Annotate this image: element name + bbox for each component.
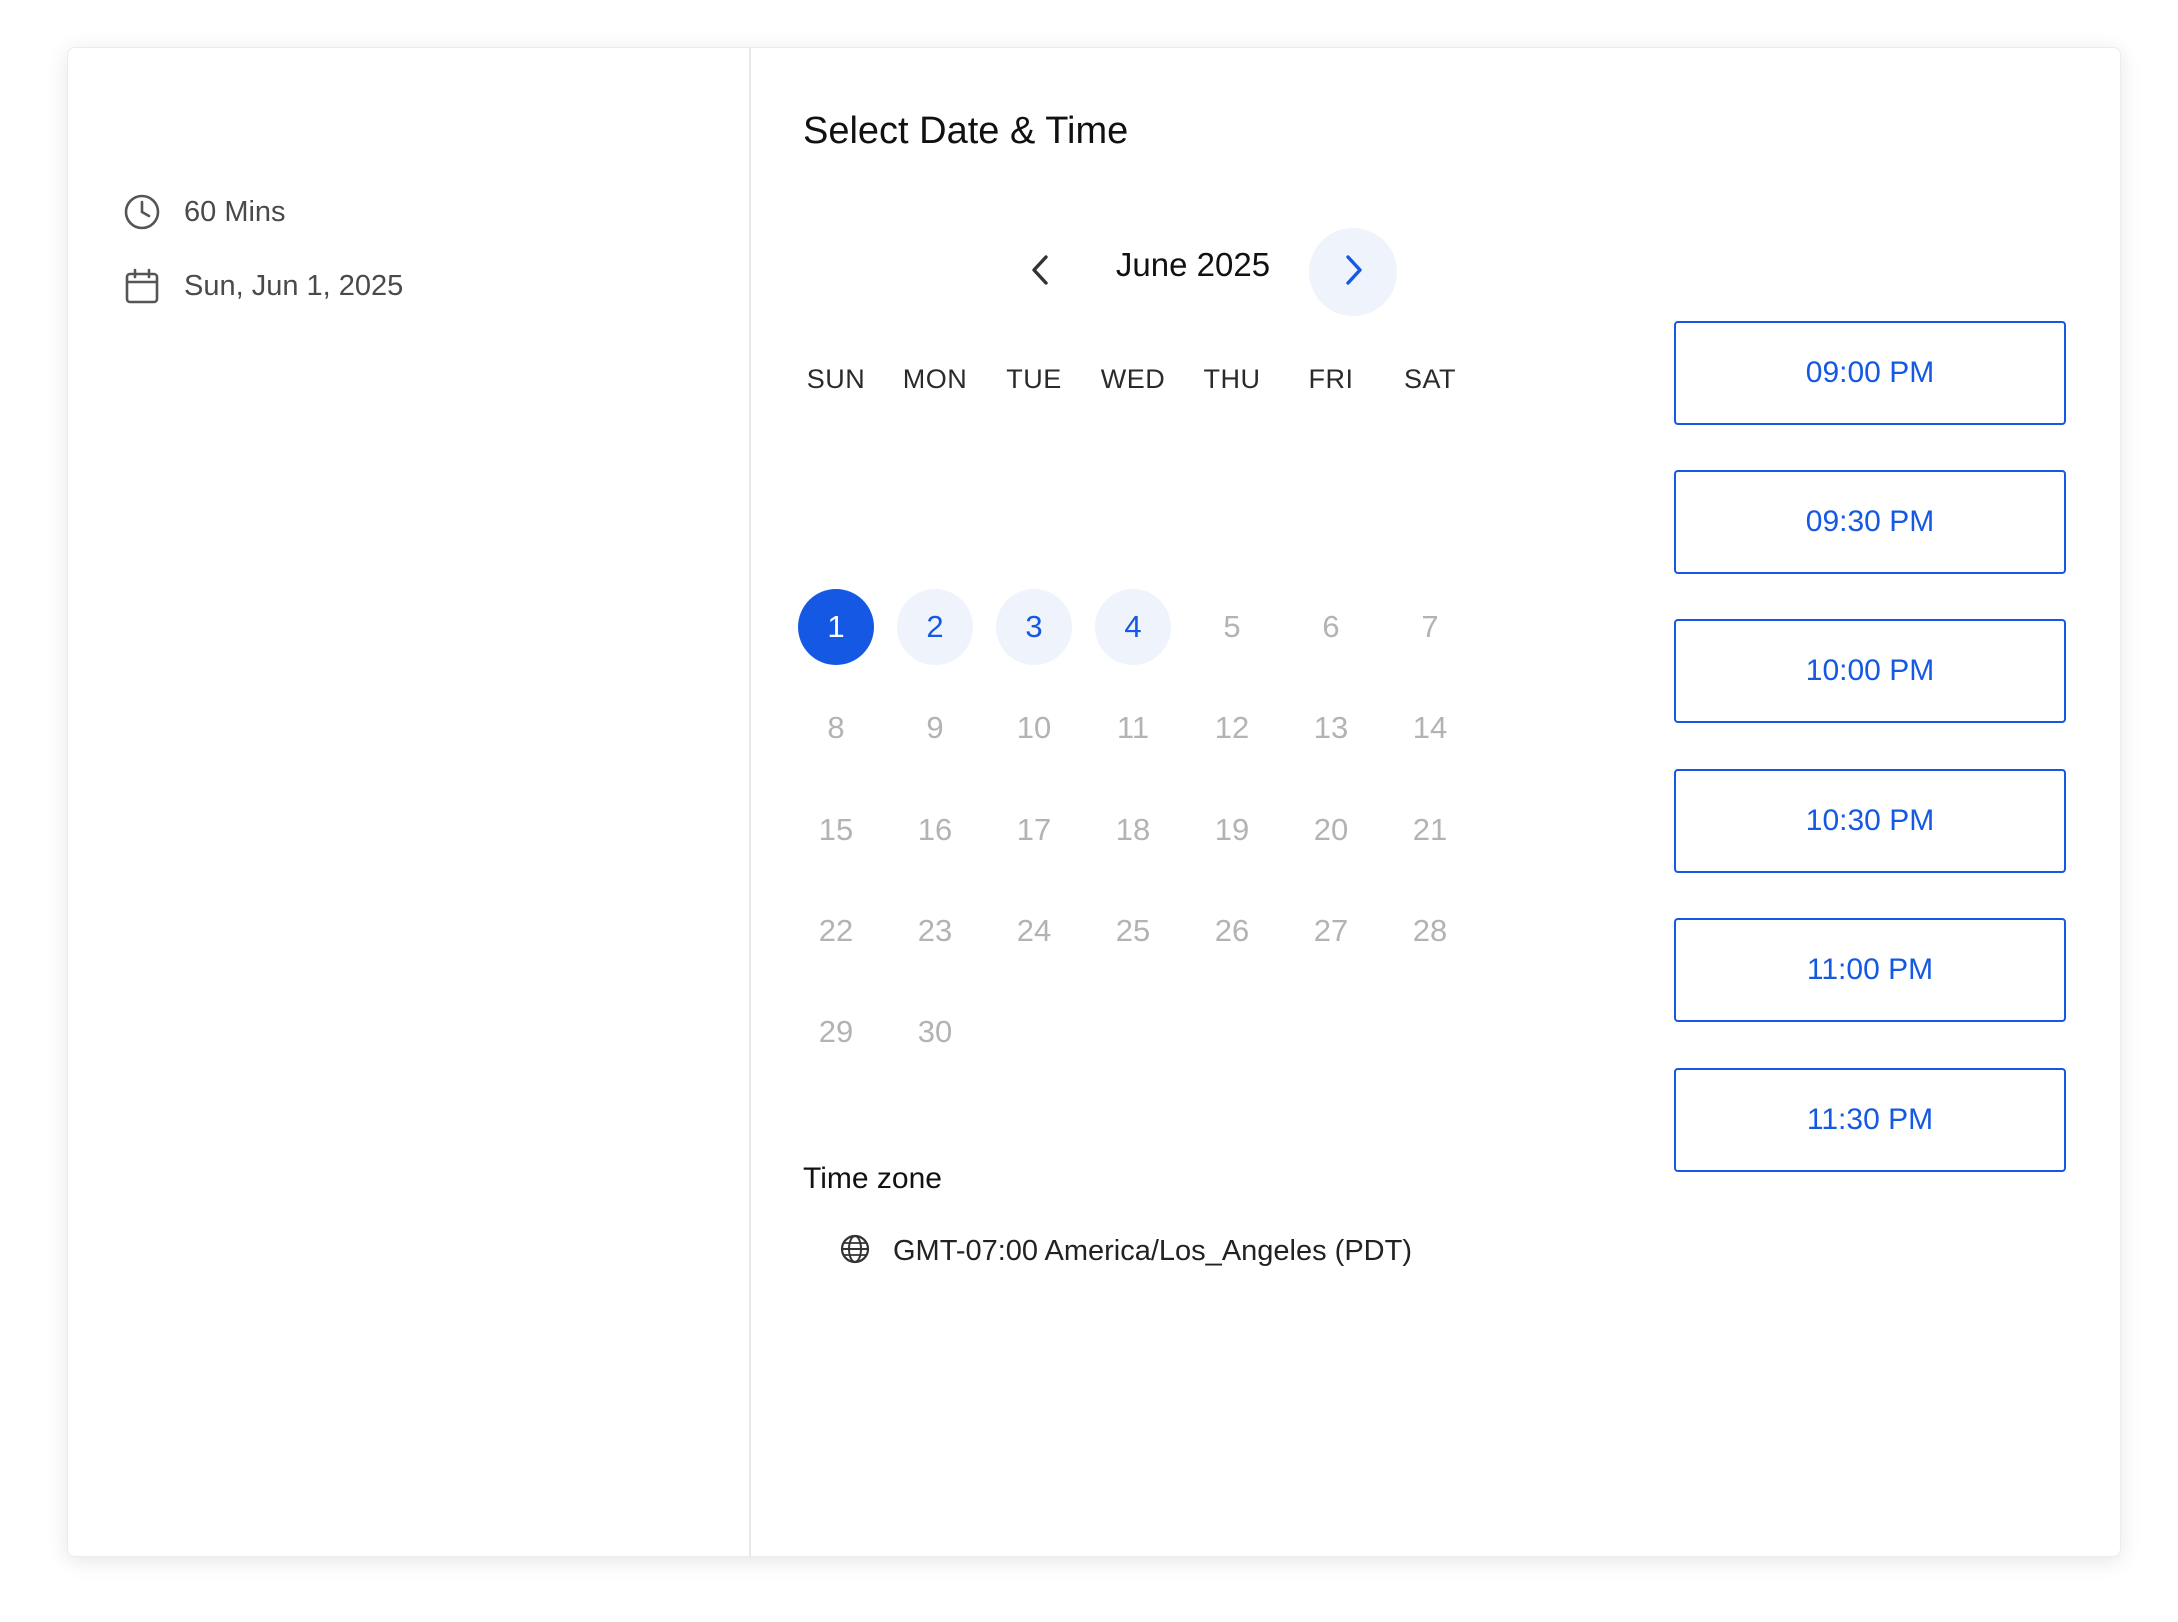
globe-icon (839, 1233, 871, 1270)
calendar-day-5: 5 (1223, 609, 1241, 644)
event-details-panel: 60 Mins Sun, Jun 1, 2025 (68, 48, 751, 1556)
calendar-day-29: 29 (818, 1014, 854, 1049)
calendar-day-20: 20 (1313, 812, 1349, 847)
calendar-day-26: 26 (1214, 913, 1250, 948)
calendar-day-16: 16 (917, 812, 953, 847)
duration-row: 60 Mins (122, 190, 286, 234)
timezone-value: GMT-07:00 America/Los_Angeles (PDT) (893, 1234, 1412, 1267)
time-slot-button[interactable]: 11:00 PM (1674, 918, 2066, 1022)
timezone-label: Time zone (803, 1162, 942, 1195)
calendar-day-9: 9 (926, 710, 944, 745)
calendar-day-17: 17 (1016, 812, 1052, 847)
calendar-day-30: 30 (917, 1014, 953, 1049)
chevron-right-icon (1338, 251, 1368, 294)
calendar-day-10: 10 (1016, 710, 1052, 745)
weekday-thu: THU (1203, 364, 1261, 394)
date-time-panel: Select Date & Time June 2025 SUN MON TUE WE… (751, 48, 2120, 1556)
time-slot-button[interactable]: 10:30 PM (1674, 769, 2066, 873)
calendar-day-25: 25 (1115, 913, 1151, 948)
calendar-day-4[interactable]: 4 (1095, 589, 1171, 665)
calendar-day-28: 28 (1412, 913, 1448, 948)
selected-date-text: Sun, Jun 1, 2025 (184, 269, 404, 302)
calendar-day-6: 6 (1322, 609, 1340, 644)
calendar-day-18: 18 (1115, 812, 1151, 847)
next-month-button[interactable] (1309, 228, 1397, 316)
time-slot-button[interactable]: 09:00 PM (1674, 321, 2066, 425)
calendar-day-14: 14 (1412, 710, 1448, 745)
page-title: Select Date & Time (803, 110, 1129, 152)
prev-month-button[interactable] (997, 228, 1085, 316)
calendar-day-2[interactable]: 2 (897, 589, 973, 665)
calendar-day-24: 24 (1016, 913, 1052, 948)
calendar-day-21: 21 (1412, 812, 1448, 847)
weekday-wed: WED (1100, 364, 1166, 394)
weekday-mon: MON (902, 364, 968, 394)
duration-text: 60 Mins (184, 195, 286, 228)
weekday-sun: SUN (806, 364, 866, 394)
time-slot-button[interactable]: 11:30 PM (1674, 1068, 2066, 1172)
calendar-day-3[interactable]: 3 (996, 589, 1072, 665)
booking-card: 60 Mins Sun, Jun 1, 2025 Select Date & T… (67, 47, 2121, 1557)
calendar-day-15: 15 (818, 812, 854, 847)
calendar-day-7: 7 (1421, 609, 1439, 644)
calendar-day-13: 13 (1313, 710, 1349, 745)
date-row: Sun, Jun 1, 2025 (122, 264, 403, 308)
month-label: June 2025 (1115, 246, 1271, 283)
weekday-tue: TUE (1006, 364, 1062, 394)
calendar-day-12: 12 (1214, 710, 1250, 745)
calendar-day-11: 11 (1116, 710, 1150, 745)
clock-icon (122, 192, 162, 232)
calendar-day-1[interactable]: 1 (798, 589, 874, 665)
calendar-day-23: 23 (917, 913, 953, 948)
time-slot-button[interactable]: 09:30 PM (1674, 470, 2066, 574)
weekday-fri: FRI (1308, 364, 1354, 394)
calendar-day-8: 8 (827, 710, 845, 745)
calendar-day-27: 27 (1313, 913, 1349, 948)
calendar-day-22: 22 (818, 913, 854, 948)
calendar-icon (122, 266, 162, 306)
calendar-day-19: 19 (1214, 812, 1250, 847)
time-slot-button[interactable]: 10:00 PM (1674, 619, 2066, 723)
weekday-sat: SAT (1403, 364, 1456, 394)
timezone-select[interactable]: GMT-07:00 America/Los_Angeles (PDT) (839, 1224, 1559, 1278)
chevron-left-icon (1026, 251, 1056, 294)
